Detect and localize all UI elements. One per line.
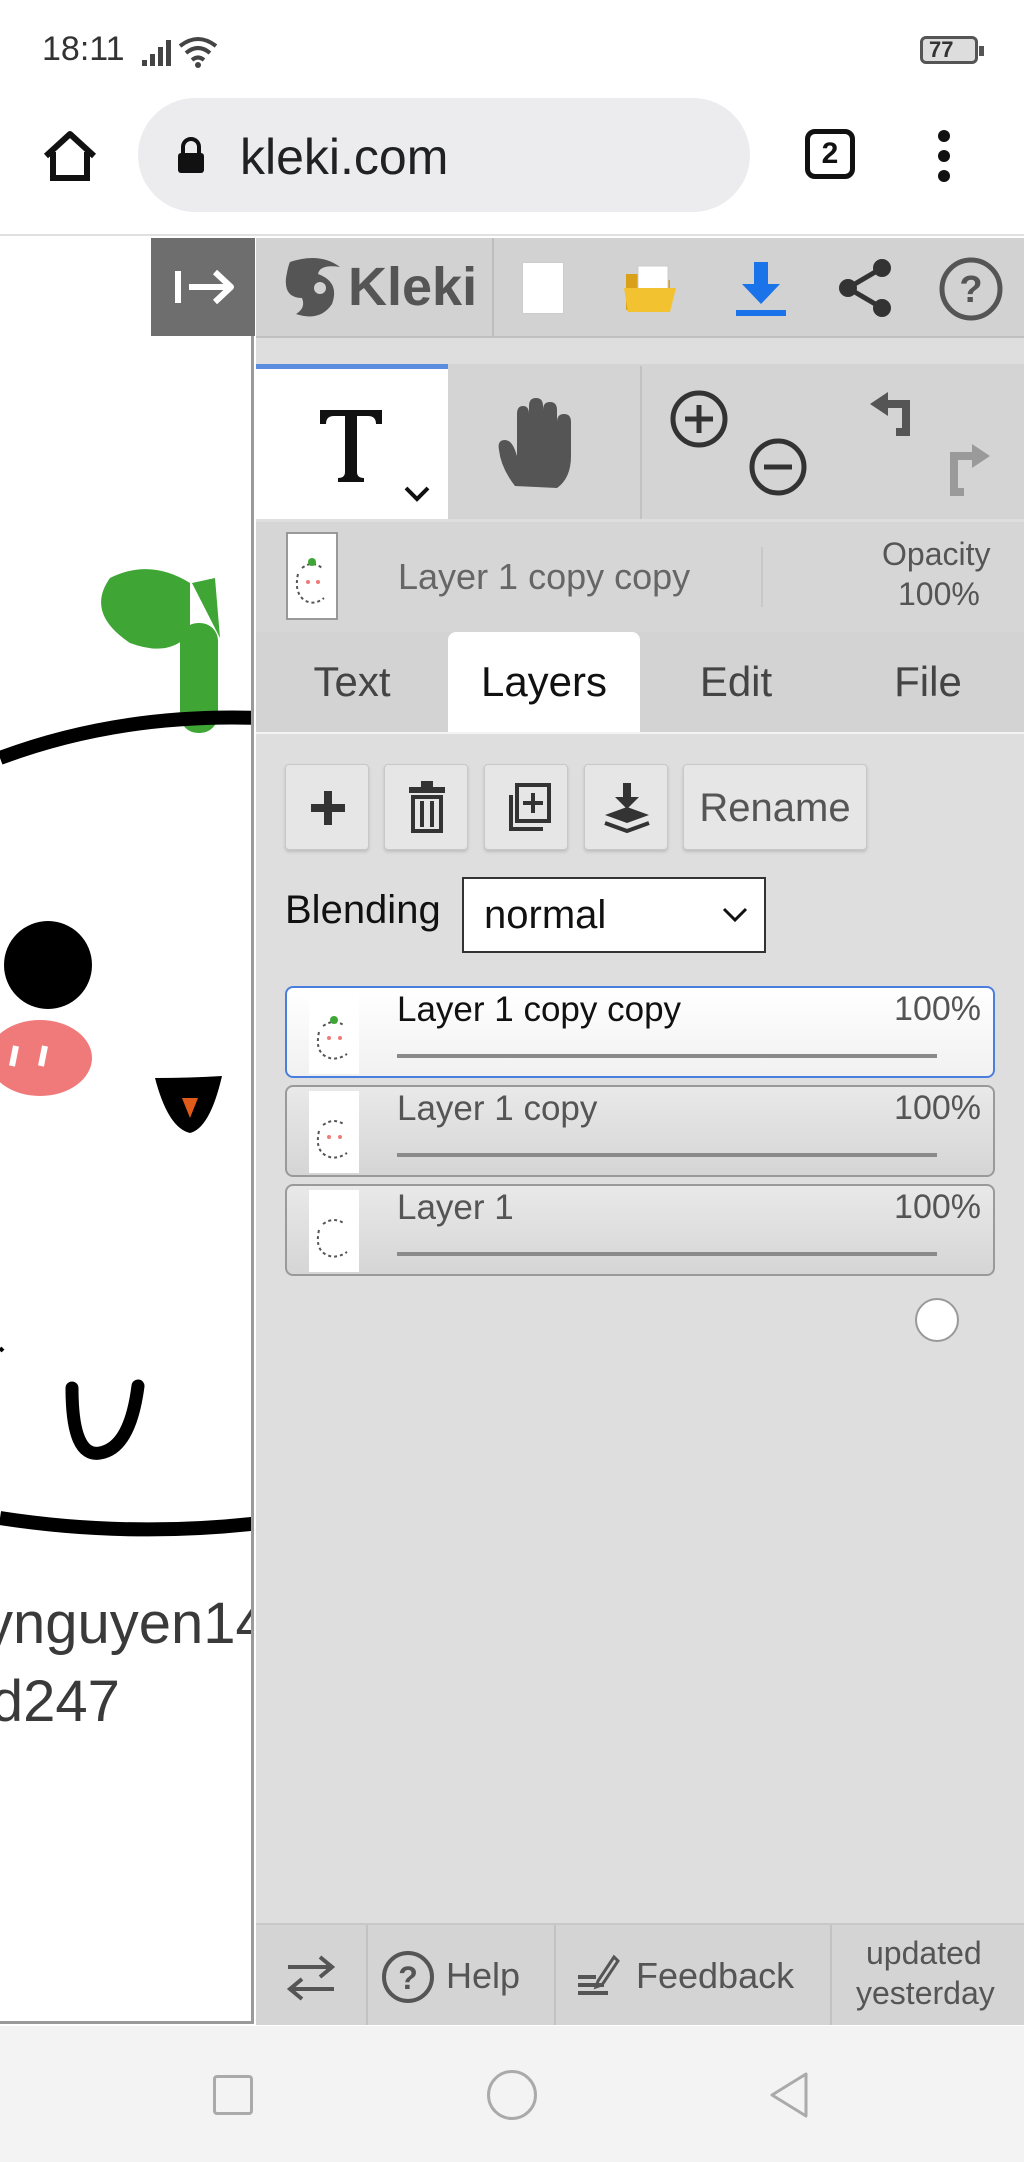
rename-layer-button[interactable]: Rename	[683, 764, 867, 850]
tab-layers[interactable]: Layers	[448, 632, 640, 732]
updated-line1: updated	[866, 1935, 982, 1971]
add-layer-button[interactable]	[285, 764, 369, 850]
merge-down-button[interactable]	[584, 764, 668, 850]
drawing-canvas[interactable]: ynguyen14 ld247	[0, 238, 254, 2024]
tab-file[interactable]: File	[832, 632, 1024, 732]
kleki-topbar: Kleki ?	[256, 238, 1024, 338]
panel-bottom-bar: ? Help Feedback updated yesterday	[256, 1923, 1024, 2025]
blending-select[interactable]: normal	[462, 877, 766, 953]
layer-opacity-slider[interactable]	[397, 1252, 959, 1342]
status-bar: 18:11 77	[0, 0, 1024, 100]
text-tool-button[interactable]	[256, 364, 448, 519]
layer-name: Layer 1 copy copy	[397, 990, 682, 1029]
battery-icon: 77	[920, 36, 984, 64]
open-folder-icon[interactable]	[624, 264, 680, 314]
layer-thumbnail	[309, 1190, 359, 1272]
merge-down-icon	[604, 783, 650, 834]
undo-icon[interactable]	[862, 386, 922, 446]
blending-value: normal	[484, 893, 607, 937]
help-link[interactable]: Help	[446, 1955, 520, 1997]
chevron-down-icon	[722, 907, 748, 923]
text-tool-icon	[320, 410, 382, 482]
layer-thumbnail	[309, 1091, 359, 1173]
signal-wifi-icon	[142, 37, 218, 68]
canvas-text-line2: ld247	[0, 1669, 120, 1734]
layer-opacity-slider[interactable]	[397, 1054, 959, 1144]
svg-text:?: ?	[959, 269, 982, 311]
help-circle-icon[interactable]: ?	[380, 1949, 436, 2005]
canvas-text-line1: ynguyen14	[0, 1591, 254, 1656]
layer-row[interactable]: Layer 1 copy copy 100%	[285, 986, 995, 1144]
opacity-value[interactable]: 100%	[898, 576, 980, 613]
recent-apps-icon[interactable]	[213, 2075, 253, 2115]
kleki-logo-icon	[285, 258, 340, 317]
redo-icon[interactable]	[938, 438, 998, 498]
current-layer-name: Layer 1 copy copy	[398, 556, 691, 597]
layer-name: Layer 1	[397, 1188, 514, 1227]
status-time: 18:11	[42, 30, 125, 68]
kleki-logo-text: Kleki	[348, 257, 478, 317]
layer-row[interactable]: Layer 1 100%	[285, 1184, 995, 1342]
plus-icon	[311, 791, 345, 825]
tab-edit[interactable]: Edit	[640, 632, 832, 732]
tab-switcher-button[interactable]: 2	[805, 129, 855, 179]
url-text[interactable]: kleki.com	[240, 128, 448, 186]
layer-opacity-value: 100%	[894, 1188, 981, 1226]
svg-text:?: ?	[398, 1960, 418, 1996]
duplicate-icon	[509, 783, 551, 831]
help-icon[interactable]: ?	[938, 256, 1004, 322]
layer-opacity-value: 100%	[894, 1089, 981, 1127]
more-menu-icon[interactable]	[934, 128, 954, 184]
tab-text[interactable]: Text	[256, 632, 448, 732]
zoom-in-icon[interactable]	[668, 388, 730, 450]
chevron-down-icon[interactable]	[402, 484, 432, 504]
arrow-right-bar-icon	[175, 269, 234, 305]
zoom-out-icon[interactable]	[747, 436, 809, 498]
hand-tool-icon[interactable]	[495, 398, 581, 492]
lock-icon	[178, 137, 204, 173]
layer-thumbnail	[309, 992, 359, 1074]
battery-level: 77	[929, 37, 954, 62]
new-image-icon[interactable]	[522, 262, 564, 314]
feedback-link[interactable]: Feedback	[636, 1955, 794, 1997]
home-icon[interactable]	[40, 128, 100, 184]
panel-tabs: Text Layers Edit File	[256, 632, 1024, 734]
slider-knob[interactable]	[915, 1298, 959, 1342]
canvas-drawing	[0, 569, 251, 1537]
updated-line2: yesterday	[856, 1975, 995, 2011]
download-icon[interactable]	[734, 258, 788, 318]
swap-panel-icon[interactable]	[284, 1953, 338, 2001]
system-nav-bar	[0, 2026, 1024, 2162]
share-icon[interactable]	[836, 258, 896, 318]
opacity-label: Opacity	[882, 536, 991, 572]
back-nav-icon[interactable]	[766, 2070, 814, 2120]
duplicate-layer-button[interactable]	[484, 764, 568, 850]
current-layer-thumbnail	[286, 532, 338, 620]
feedback-icon[interactable]	[574, 1951, 620, 2001]
home-nav-icon[interactable]	[487, 2070, 537, 2120]
layer-opacity-value: 100%	[894, 990, 981, 1028]
layer-opacity-slider[interactable]	[397, 1153, 959, 1243]
delete-layer-button[interactable]	[384, 764, 468, 850]
collapse-panel-button[interactable]	[151, 238, 255, 336]
current-layer-bar: Layer 1 copy copy Opacity 100%	[256, 522, 1024, 632]
trash-icon	[409, 781, 445, 833]
layer-row[interactable]: Layer 1 copy 100%	[285, 1085, 995, 1243]
blending-label: Blending	[285, 888, 441, 932]
layer-name: Layer 1 copy	[397, 1089, 598, 1128]
